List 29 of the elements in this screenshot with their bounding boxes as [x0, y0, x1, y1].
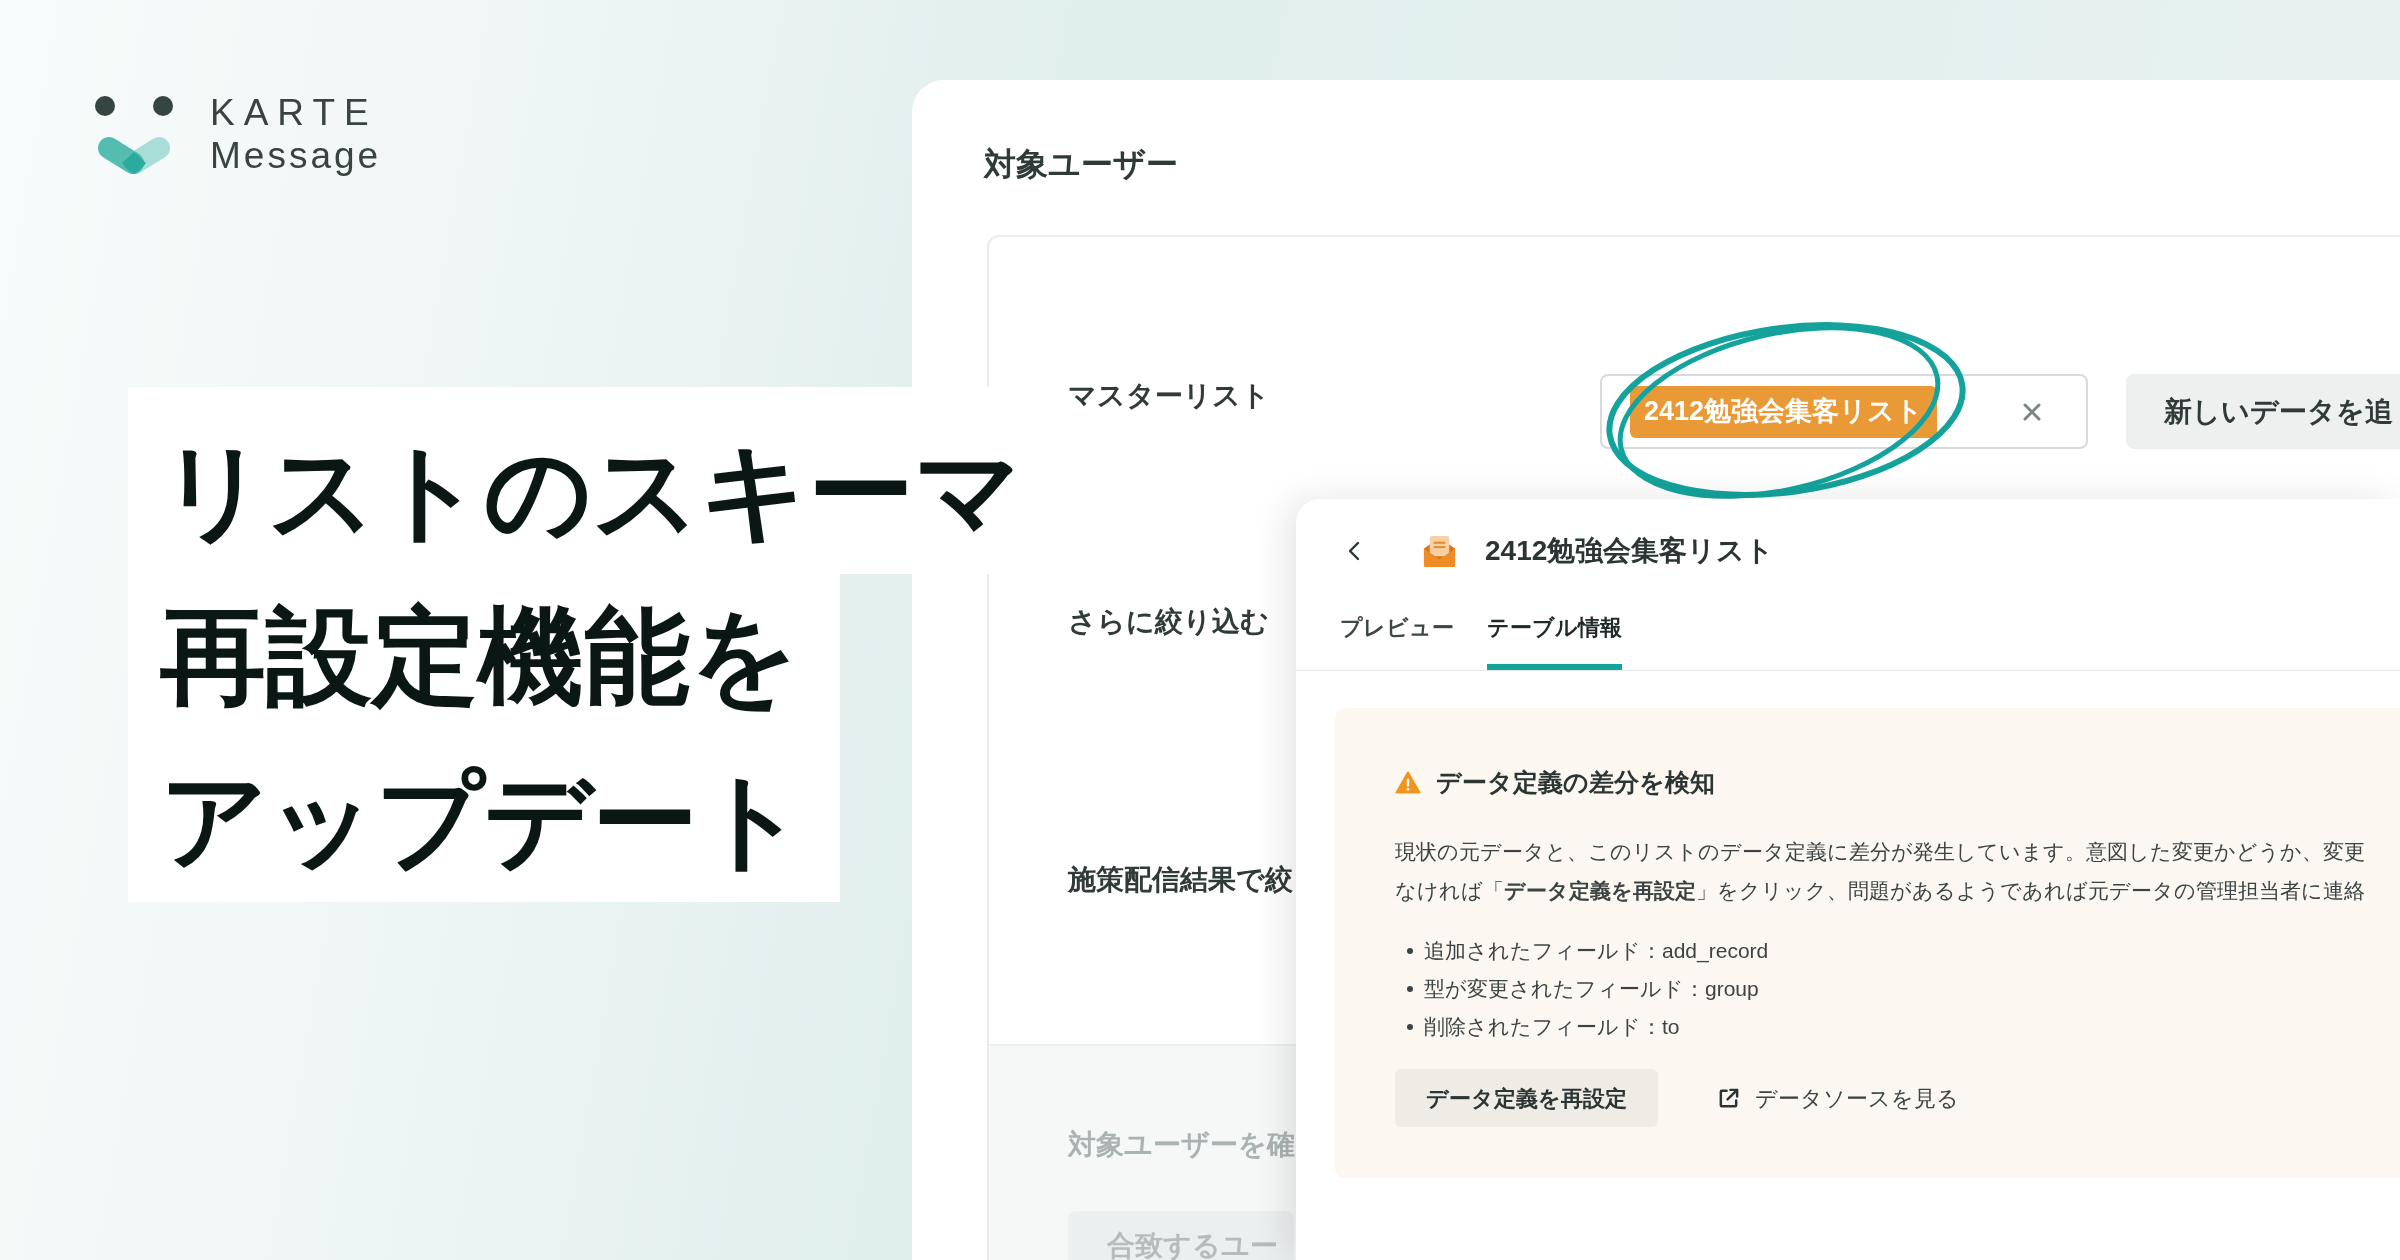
close-icon[interactable]: [2022, 401, 2042, 422]
field-label: マスターリスト: [1068, 379, 1270, 413]
data-source-link[interactable]: データソースを見る: [1717, 1081, 1959, 1115]
warning-icon: [1395, 770, 1421, 794]
alert-title: データ定義の差分を検知: [1436, 769, 1715, 795]
list-item: 追加されたフィールド：add_record: [1424, 938, 1769, 965]
logo-icon: [95, 96, 173, 174]
add-data-button[interactable]: 新しいデータを追: [2126, 374, 2400, 449]
product-name: Message: [210, 134, 382, 178]
section-title: 対象ユーザー: [984, 145, 1178, 184]
field-label: 対象ユーザーを確: [1068, 1128, 1295, 1162]
alert-message: 現状の元データと、このリストのデータ定義に差分が発生しています。意図した変更かどうか、変更 なければ「データ定義を再設定」をクリック、問題があるようであれば元データの管理担当者に連絡: [1395, 839, 2365, 904]
bullet-icon: [1407, 948, 1413, 954]
bullet-icon: [1407, 1024, 1413, 1030]
drawer-title: 2412勉強会集客リスト: [1485, 537, 1775, 565]
field-label: 施策配信結果で絞: [1068, 863, 1293, 897]
selected-tag: 2412勉強会集客リスト: [1630, 385, 1938, 438]
reset-definition-button[interactable]: データ定義を再設定: [1395, 1069, 1658, 1127]
chevron-left-icon[interactable]: [1347, 541, 1361, 561]
envelope-icon: [1422, 533, 1457, 569]
tab[interactable]: プレビュー: [1340, 613, 1454, 670]
field-label: さらに絞り込む: [1068, 605, 1269, 639]
list-item: 削除されたフィールド：to: [1424, 1014, 1680, 1040]
brand-name: KARTE: [210, 92, 378, 134]
bullet-icon: [1407, 986, 1413, 992]
tab[interactable]: テーブル情報: [1487, 613, 1622, 670]
headline: リストのスキーマ 再設定機能を アップデート: [128, 387, 1050, 902]
list-item: 型が変更されたフィールド：group: [1424, 976, 1759, 1002]
external-link-icon: [1717, 1086, 1740, 1110]
